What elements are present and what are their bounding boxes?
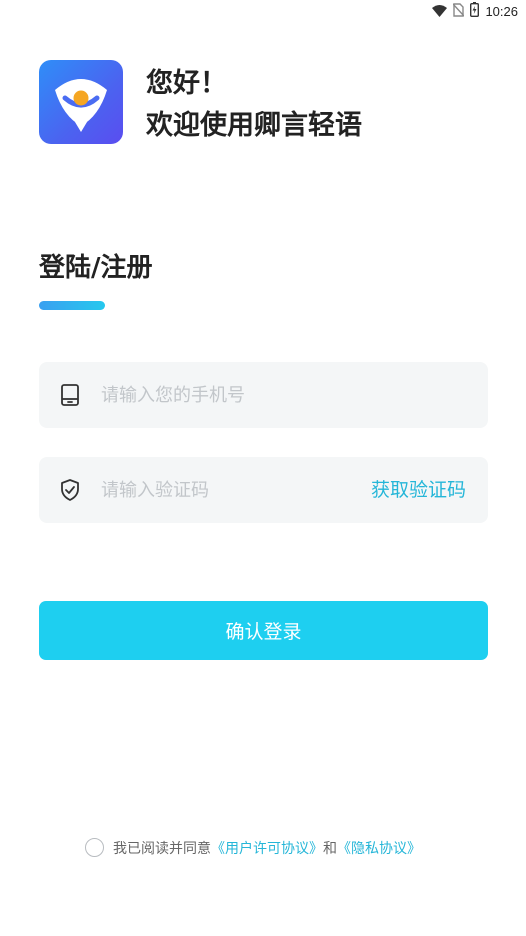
status-bar: 10:26 <box>0 0 526 22</box>
agree-checkbox[interactable] <box>85 838 104 857</box>
page-title: 登陆/注册 <box>39 253 153 283</box>
get-code-button[interactable]: 获取验证码 <box>371 457 466 523</box>
confirm-login-button[interactable]: 确认登录 <box>39 601 488 660</box>
verification-code-input[interactable] <box>101 457 341 523</box>
agreement: 我已阅读并同意 《用户许可协议》 和 《隐私协议》 <box>85 836 421 859</box>
greeting-welcome: 欢迎使用卿言轻语 <box>146 110 362 141</box>
agreement-prefix: 我已阅读并同意 <box>113 840 211 857</box>
agreement-conjunction: 和 <box>323 840 337 857</box>
title-underline <box>39 301 105 310</box>
app-logo <box>39 60 123 144</box>
phone-field[interactable] <box>39 362 488 428</box>
verification-code-field[interactable]: 获取验证码 <box>39 457 488 523</box>
shield-check-icon <box>59 478 81 502</box>
user-license-link[interactable]: 《用户许可协议》 <box>211 838 323 858</box>
greeting: 您好！ 欢迎使用卿言轻语 <box>146 63 362 147</box>
phone-input[interactable] <box>101 362 461 428</box>
privacy-policy-link[interactable]: 《隐私协议》 <box>337 838 421 858</box>
greeting-hello: 您好！ <box>146 68 227 99</box>
status-icons: 10:26 <box>432 1 518 21</box>
logo-mark-icon <box>55 79 107 132</box>
status-time: 10:26 <box>485 3 518 19</box>
battery-icon <box>470 1 480 21</box>
no-sim-icon <box>452 2 465 21</box>
phone-icon <box>59 383 81 407</box>
wifi-icon <box>432 2 448 21</box>
